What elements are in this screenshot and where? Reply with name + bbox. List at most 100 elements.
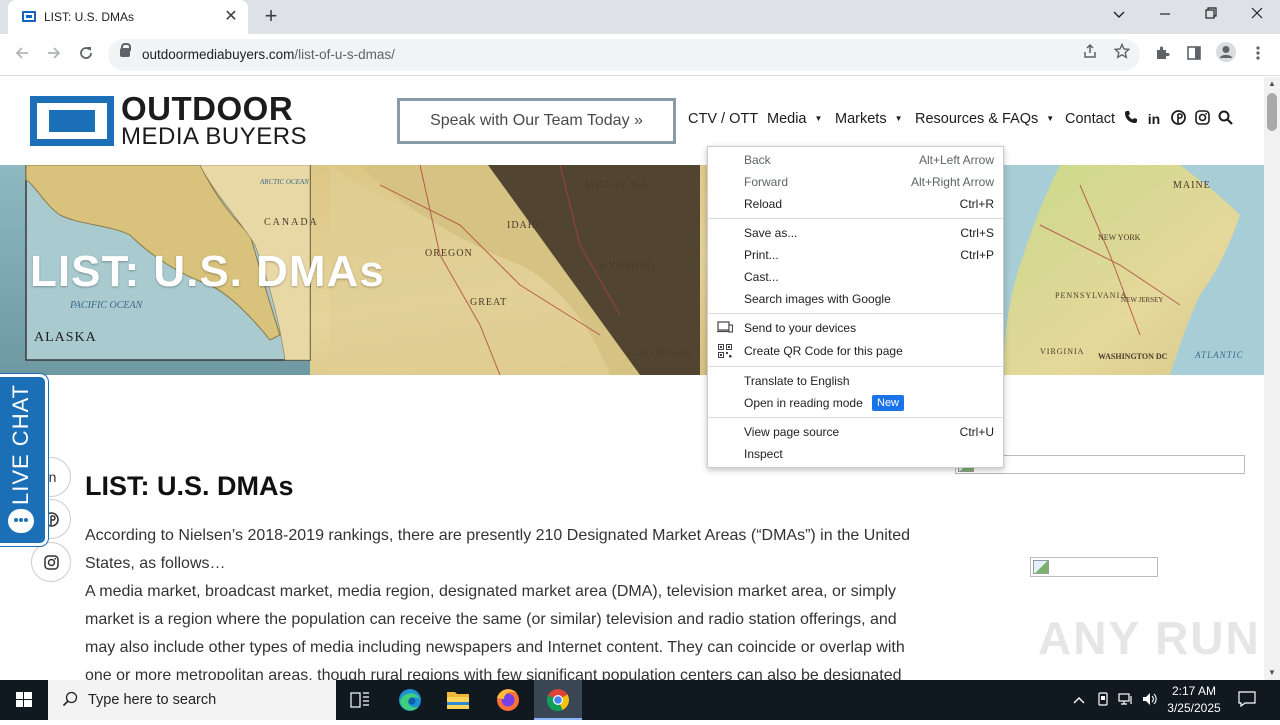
- share-icon[interactable]: [1078, 43, 1102, 67]
- tab-search-icon[interactable]: [1096, 0, 1142, 30]
- url-text[interactable]: outdoormediabuyers.com/list-of-u-s-dmas/: [142, 47, 395, 62]
- tray-device-icon[interactable]: [1094, 692, 1112, 709]
- svg-text:COLORADO: COLORADO: [628, 348, 692, 359]
- chrome-taskbar-icon[interactable]: [534, 680, 582, 720]
- svg-text:WASHINGTON DC: WASHINGTON DC: [1098, 352, 1168, 361]
- lock-icon[interactable]: [120, 43, 131, 57]
- linkedin-icon[interactable]: in: [1145, 110, 1163, 128]
- pinterest-icon[interactable]: [1169, 110, 1187, 128]
- nav-contact[interactable]: Contact: [1065, 111, 1115, 127]
- hero-banner: MONTANA OREGON IDAHO WYOMING COLORADO GR…: [0, 165, 1264, 375]
- nav-resources[interactable]: Resources & FAQs ▼: [915, 111, 1054, 127]
- reload-icon[interactable]: [72, 41, 100, 69]
- logo-text-line2[interactable]: MEDIA BUYERS: [121, 125, 307, 149]
- taskbar-clock[interactable]: 2:17 AM 3/25/2025: [1162, 683, 1226, 717]
- volume-icon[interactable]: [1141, 692, 1159, 709]
- menu-item-view-source[interactable]: View page source Ctrl+U: [708, 421, 1003, 443]
- menu-item-print[interactable]: Print... Ctrl+P: [708, 244, 1003, 266]
- file-explorer-icon[interactable]: [434, 680, 482, 720]
- nav-ctv-ott[interactable]: CTV / OTT: [688, 111, 758, 127]
- caret-down-icon: ▼: [894, 114, 903, 123]
- live-chat-button[interactable]: LIVE CHAT: [0, 374, 48, 546]
- start-button[interactable]: [0, 680, 48, 720]
- svg-text:ATLANTIC: ATLANTIC: [1194, 350, 1244, 360]
- tab-close-icon[interactable]: ✕: [220, 6, 242, 28]
- menu-separator: [708, 417, 1003, 418]
- network-icon[interactable]: [1117, 692, 1135, 709]
- menu-item-create-qr[interactable]: Create QR Code for this page: [708, 340, 1003, 362]
- sidebar-instagram-icon[interactable]: [31, 542, 71, 582]
- instagram-icon[interactable]: [1193, 110, 1211, 128]
- tab-title: LIST: U.S. DMAs: [44, 10, 135, 24]
- hero-title: LIST: U.S. DMAs: [30, 247, 385, 296]
- side-panel-icon[interactable]: [1180, 41, 1208, 69]
- extensions-icon[interactable]: [1148, 41, 1176, 69]
- svg-text:NEW YORK: NEW YORK: [1098, 233, 1141, 242]
- scroll-down-icon[interactable]: ▼: [1264, 666, 1280, 680]
- menu-item-reading-mode[interactable]: Open in reading mode New: [708, 392, 1003, 414]
- address-bar[interactable]: outdoormediabuyers.com/list-of-u-s-dmas/: [108, 39, 1140, 71]
- clock-time: 2:17 AM: [1171, 684, 1217, 698]
- new-badge: New: [872, 395, 905, 411]
- svg-text:CANADA: CANADA: [264, 217, 319, 228]
- nav-media[interactable]: Media ▼: [767, 111, 822, 127]
- back-icon[interactable]: [8, 41, 36, 69]
- svg-text:ALASKA: ALASKA: [34, 330, 97, 345]
- firefox-icon[interactable]: [484, 680, 532, 720]
- taskbar-search-placeholder: Type here to search: [88, 692, 217, 708]
- context-menu: Back Alt+Left Arrow Forward Alt+Right Arro…: [707, 146, 1004, 468]
- menu-item-inspect[interactable]: Inspect: [708, 443, 1003, 465]
- menu-item-send-to-devices[interactable]: Send to your devices: [708, 317, 1003, 339]
- windows-taskbar: Type here to search 2:17 AM 3/25/2025: [0, 680, 1280, 720]
- svg-text:VIRGINIA: VIRGINIA: [1040, 347, 1084, 356]
- browser-toolbar: outdoormediabuyers.com/list-of-u-s-dmas/: [0, 34, 1280, 76]
- profile-avatar-icon[interactable]: [1212, 41, 1240, 69]
- phone-icon[interactable]: [1122, 110, 1140, 128]
- nav-markets[interactable]: Markets ▼: [835, 111, 903, 127]
- windows-logo-icon: [16, 692, 32, 707]
- forward-icon[interactable]: [40, 41, 68, 69]
- taskbar-search[interactable]: Type here to search: [48, 680, 336, 720]
- menu-item-search-images[interactable]: Search images with Google: [708, 288, 1003, 310]
- task-view-icon[interactable]: [336, 680, 384, 720]
- menu-separator: [708, 366, 1003, 367]
- chrome-menu-icon[interactable]: [1244, 41, 1272, 69]
- notifications-icon[interactable]: [1238, 691, 1256, 710]
- chat-bubble-icon: [8, 509, 34, 533]
- svg-text:NEW JERSEY: NEW JERSEY: [1121, 296, 1163, 304]
- menu-item-save-as[interactable]: Save as... Ctrl+S: [708, 222, 1003, 244]
- svg-text:PENNSYLVANIA: PENNSYLVANIA: [1055, 291, 1127, 300]
- window-close-icon[interactable]: [1234, 0, 1280, 30]
- speak-with-team-button[interactable]: Speak with Our Team Today »: [397, 98, 676, 144]
- restore-icon[interactable]: [1188, 0, 1234, 30]
- scrollbar-thumb[interactable]: [1267, 93, 1277, 131]
- svg-text:OREGON: OREGON: [425, 248, 473, 259]
- broken-image-2: [1030, 557, 1158, 577]
- edge-icon[interactable]: [386, 680, 434, 720]
- menu-item-forward[interactable]: Forward Alt+Right Arrow: [708, 171, 1003, 193]
- page-scrollbar[interactable]: ▲ ▼: [1264, 77, 1280, 680]
- minimize-icon[interactable]: [1142, 0, 1188, 30]
- logo-mark[interactable]: [30, 96, 114, 146]
- menu-item-cast[interactable]: Cast...: [708, 266, 1003, 288]
- tab-favicon-icon: [22, 11, 36, 22]
- menu-item-translate[interactable]: Translate to English: [708, 370, 1003, 392]
- bookmark-star-icon[interactable]: [1110, 42, 1134, 67]
- anyrun-watermark: ANY RUN: [1038, 612, 1261, 664]
- logo-text-line1[interactable]: OUTDOOR: [121, 92, 293, 126]
- intro-paragraph: According to Nielsen’s 2018-2019 ranking…: [85, 527, 911, 572]
- svg-text:WYOMING: WYOMING: [598, 261, 656, 272]
- menu-item-reload[interactable]: Reload Ctrl+R: [708, 193, 1003, 215]
- svg-text:GREAT: GREAT: [470, 297, 507, 308]
- scroll-up-icon[interactable]: ▲: [1264, 77, 1280, 91]
- devices-icon: [717, 321, 734, 335]
- new-tab-button[interactable]: +: [258, 4, 284, 30]
- search-icon[interactable]: [1216, 110, 1234, 128]
- live-chat-label: LIVE CHAT: [8, 383, 33, 505]
- body-paragraph: A media market, broadcast market, media …: [85, 583, 905, 680]
- clock-date: 3/25/2025: [1167, 701, 1221, 715]
- svg-text:MAINE: MAINE: [1173, 180, 1211, 191]
- active-tab[interactable]: LIST: U.S. DMAs ✕: [8, 0, 248, 34]
- tray-overflow-icon[interactable]: [1070, 692, 1088, 707]
- menu-item-back[interactable]: Back Alt+Left Arrow: [708, 149, 1003, 171]
